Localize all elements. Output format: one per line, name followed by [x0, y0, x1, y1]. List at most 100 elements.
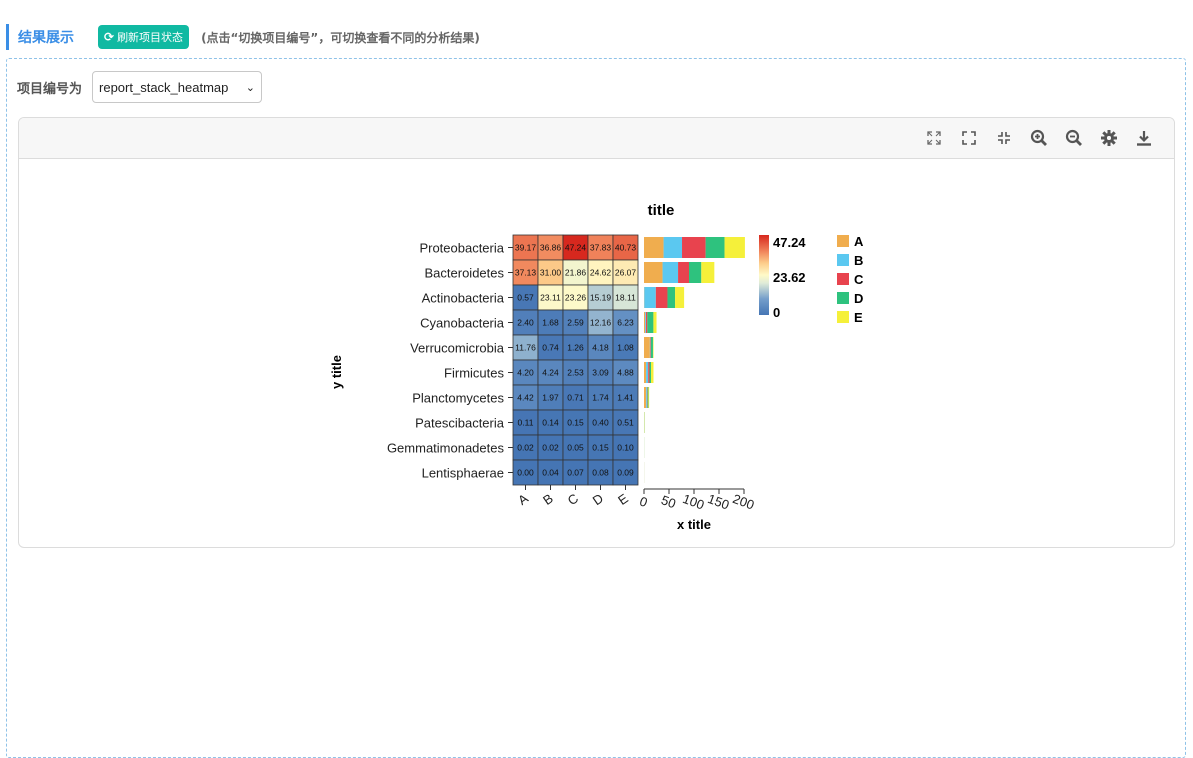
stack-bar-segment	[701, 262, 714, 283]
heatmap-cell-label: 0.51	[617, 418, 634, 428]
project-row: 项目编号为 report_stack_heatmap ⌄	[17, 71, 262, 103]
heatmap-cell-label: 40.73	[615, 243, 637, 253]
chevron-down-icon: ⌄	[246, 81, 255, 94]
stack-bar-segment	[644, 237, 664, 258]
stack-bar-segment	[647, 312, 653, 333]
heatmap-cell-label: 2.40	[517, 318, 534, 328]
heatmap-cell-label: 24.62	[590, 268, 612, 278]
heatmap-cell-label: 26.07	[615, 268, 637, 278]
heatmap-cell-label: 0.57	[517, 293, 534, 303]
stack-x-tick-label: 200	[731, 491, 757, 513]
chart-toolbar	[19, 118, 1174, 159]
hint-text: (点击“切换项目编号”，可切换查看不同的分析结果)	[201, 29, 480, 46]
heatmap-cell-label: 1.08	[617, 343, 634, 353]
stack-bar-segment	[644, 387, 646, 408]
heatmap-cell-label: 21.86	[565, 268, 587, 278]
heatmap-cell-label: 1.74	[592, 393, 609, 403]
header-accent-bar	[6, 24, 9, 50]
expand-icon[interactable]	[923, 128, 944, 149]
colorbar-label: 0	[773, 305, 780, 320]
stack-bar-segment	[689, 262, 701, 283]
legend-label: D	[854, 291, 863, 306]
download-icon[interactable]	[1133, 128, 1154, 149]
stack-bar-segment	[667, 287, 675, 308]
zoom-out-icon[interactable]	[1063, 128, 1084, 149]
heatmap-cell-label: 12.16	[590, 318, 612, 328]
heatmap-cell-label: 0.11	[518, 418, 534, 428]
legend-label: B	[854, 253, 863, 268]
heatmap-cell-label: 6.23	[617, 318, 634, 328]
gear-icon[interactable]	[1098, 128, 1119, 149]
heatmap-cell-label: 39.17	[515, 243, 537, 253]
legend-swatch	[837, 273, 849, 285]
stack-bar-segment	[646, 362, 648, 383]
heatmap-cell-label: 0.04	[542, 468, 559, 478]
heatmap-cell-label: 0.71	[567, 393, 584, 403]
heatmap-cell-label: 15.19	[590, 293, 612, 303]
stack-bar-segment	[653, 337, 654, 358]
heatmap-cell-label: 4.88	[617, 368, 634, 378]
heatmap-cell-label: 4.18	[592, 343, 609, 353]
heatmap-cell-label: 4.24	[542, 368, 559, 378]
stack-bar-segment	[649, 362, 651, 383]
y-tick-label: Proteobacteria	[419, 241, 504, 256]
stack-x-tick-label: 0	[638, 493, 650, 510]
stack-bar-segment	[706, 237, 725, 258]
legend-label: C	[854, 272, 864, 287]
section-header: 结果展示 ⟳ 刷新项目状态 (点击“切换项目编号”，可切换查看不同的分析结果)	[6, 24, 480, 50]
stack-bar-segment	[653, 312, 656, 333]
heatmap-cell-label: 47.24	[565, 243, 587, 253]
heatmap-cell-label: 36.86	[540, 243, 562, 253]
stack-bar-segment	[651, 337, 653, 358]
legend-swatch	[837, 292, 849, 304]
project-label: 项目编号为	[17, 78, 82, 97]
x-tick-label: D	[590, 490, 606, 508]
heatmap-cell-label: 0.00	[517, 468, 534, 478]
heatmap-cell-label: 31.00	[540, 268, 562, 278]
heatmap-cell-label: 37.83	[590, 243, 612, 253]
heatmap-cell-label: 37.13	[515, 268, 537, 278]
y-tick-label: Firmicutes	[444, 366, 504, 381]
section-title: 结果展示	[18, 27, 74, 47]
heatmap-cell-label: 1.26	[567, 343, 584, 353]
compress-icon[interactable]	[993, 128, 1014, 149]
y-tick-label: Patescibacteria	[415, 416, 505, 431]
refresh-icon: ⟳	[104, 30, 114, 44]
stack-bar-segment	[651, 362, 653, 383]
y-tick-label: Planctomycetes	[412, 391, 504, 406]
stack-bar-segment	[645, 312, 646, 333]
chart-card: title39.1736.8647.2437.8340.7337.1331.00…	[18, 117, 1175, 548]
stack-x-tick-label: 50	[659, 492, 678, 511]
project-select-value: report_stack_heatmap	[99, 80, 228, 95]
heatmap-cell-label: 0.02	[542, 443, 559, 453]
project-select[interactable]: report_stack_heatmap ⌄	[92, 71, 262, 103]
heatmap-cell-label: 1.41	[617, 393, 634, 403]
heatmap-cell-label: 18.11	[615, 293, 636, 303]
stack-bar-segment	[648, 387, 649, 408]
y-tick-label: Actinobacteria	[422, 291, 505, 306]
heatmap-cell-label: 23.11	[540, 293, 561, 303]
stack-bar-segment	[678, 262, 689, 283]
refresh-status-button[interactable]: ⟳ 刷新项目状态	[98, 25, 189, 49]
fullscreen-icon[interactable]	[958, 128, 979, 149]
heatmap-cell-label: 0.10	[617, 443, 634, 453]
heatmap-cell-label: 1.68	[542, 318, 559, 328]
legend-swatch	[837, 254, 849, 266]
heatmap-cell-label: 0.15	[592, 443, 609, 453]
stack-bar-segment	[675, 287, 684, 308]
stack-bar-segment	[644, 262, 663, 283]
stack-bar-segment	[644, 312, 645, 333]
stack-bar-segment	[682, 237, 706, 258]
colorbar	[759, 235, 769, 315]
stack-bar-segment	[646, 387, 647, 408]
colorbar-label: 47.24	[773, 235, 806, 250]
stack-bar-segment	[656, 287, 668, 308]
stack-bar-segment	[650, 337, 651, 358]
stack-bar-segment	[664, 237, 682, 258]
heatmap-cell-label: 4.20	[517, 368, 534, 378]
chart-title: title	[648, 202, 675, 219]
heatmap-cell-label: 0.15	[567, 418, 584, 428]
x-tick-label: B	[540, 491, 556, 508]
zoom-in-icon[interactable]	[1028, 128, 1049, 149]
heatmap-cell-label: 0.74	[542, 343, 559, 353]
